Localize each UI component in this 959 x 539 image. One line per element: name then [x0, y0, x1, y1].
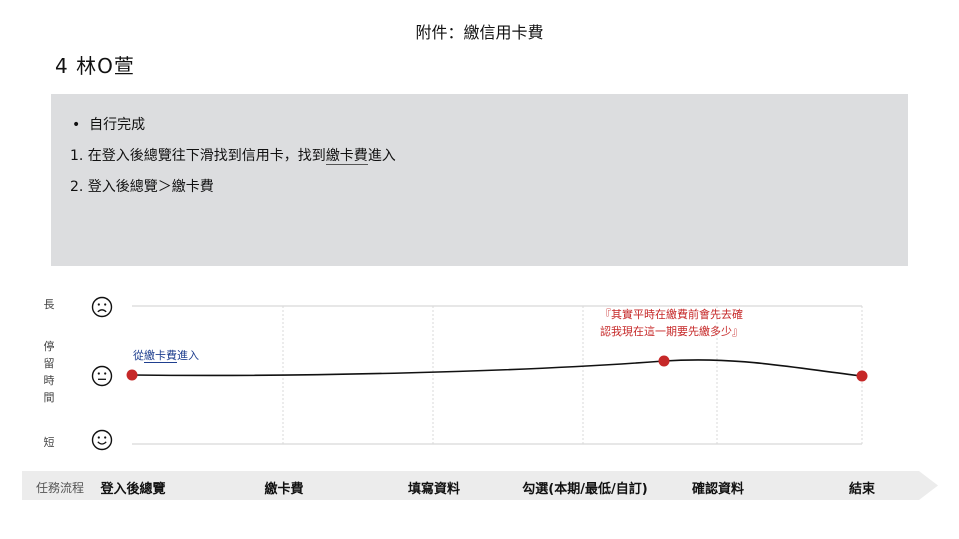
annotation-red: 『其實平時在繳費前會先去確認我現在這一期要先繳多少』	[600, 308, 743, 338]
task-flow-title: 任務流程	[36, 481, 85, 495]
chart-series-line	[131, 359, 863, 377]
chart-point-login	[126, 369, 138, 381]
annotation-underlined-text: 繳卡費	[144, 349, 177, 363]
chart-point-confirm	[658, 355, 670, 367]
stage-fill-data: 填寫資料	[407, 482, 461, 497]
stage-end: 結束	[848, 482, 876, 497]
annotation-text: 從	[133, 349, 144, 362]
journey-chart	[126, 305, 868, 445]
stage-select-amount: 勾選(本期/最低/自訂)	[522, 482, 648, 497]
chart-point-end	[856, 370, 868, 382]
stage-pay-card: 繳卡費	[264, 482, 304, 497]
stage-login-overview: 登入後總覽	[100, 482, 166, 497]
stage-confirm-data: 確認資料	[691, 482, 745, 497]
annotation-text: 進入	[177, 349, 199, 362]
annotation-blue: 從繳卡費進入	[133, 347, 199, 363]
